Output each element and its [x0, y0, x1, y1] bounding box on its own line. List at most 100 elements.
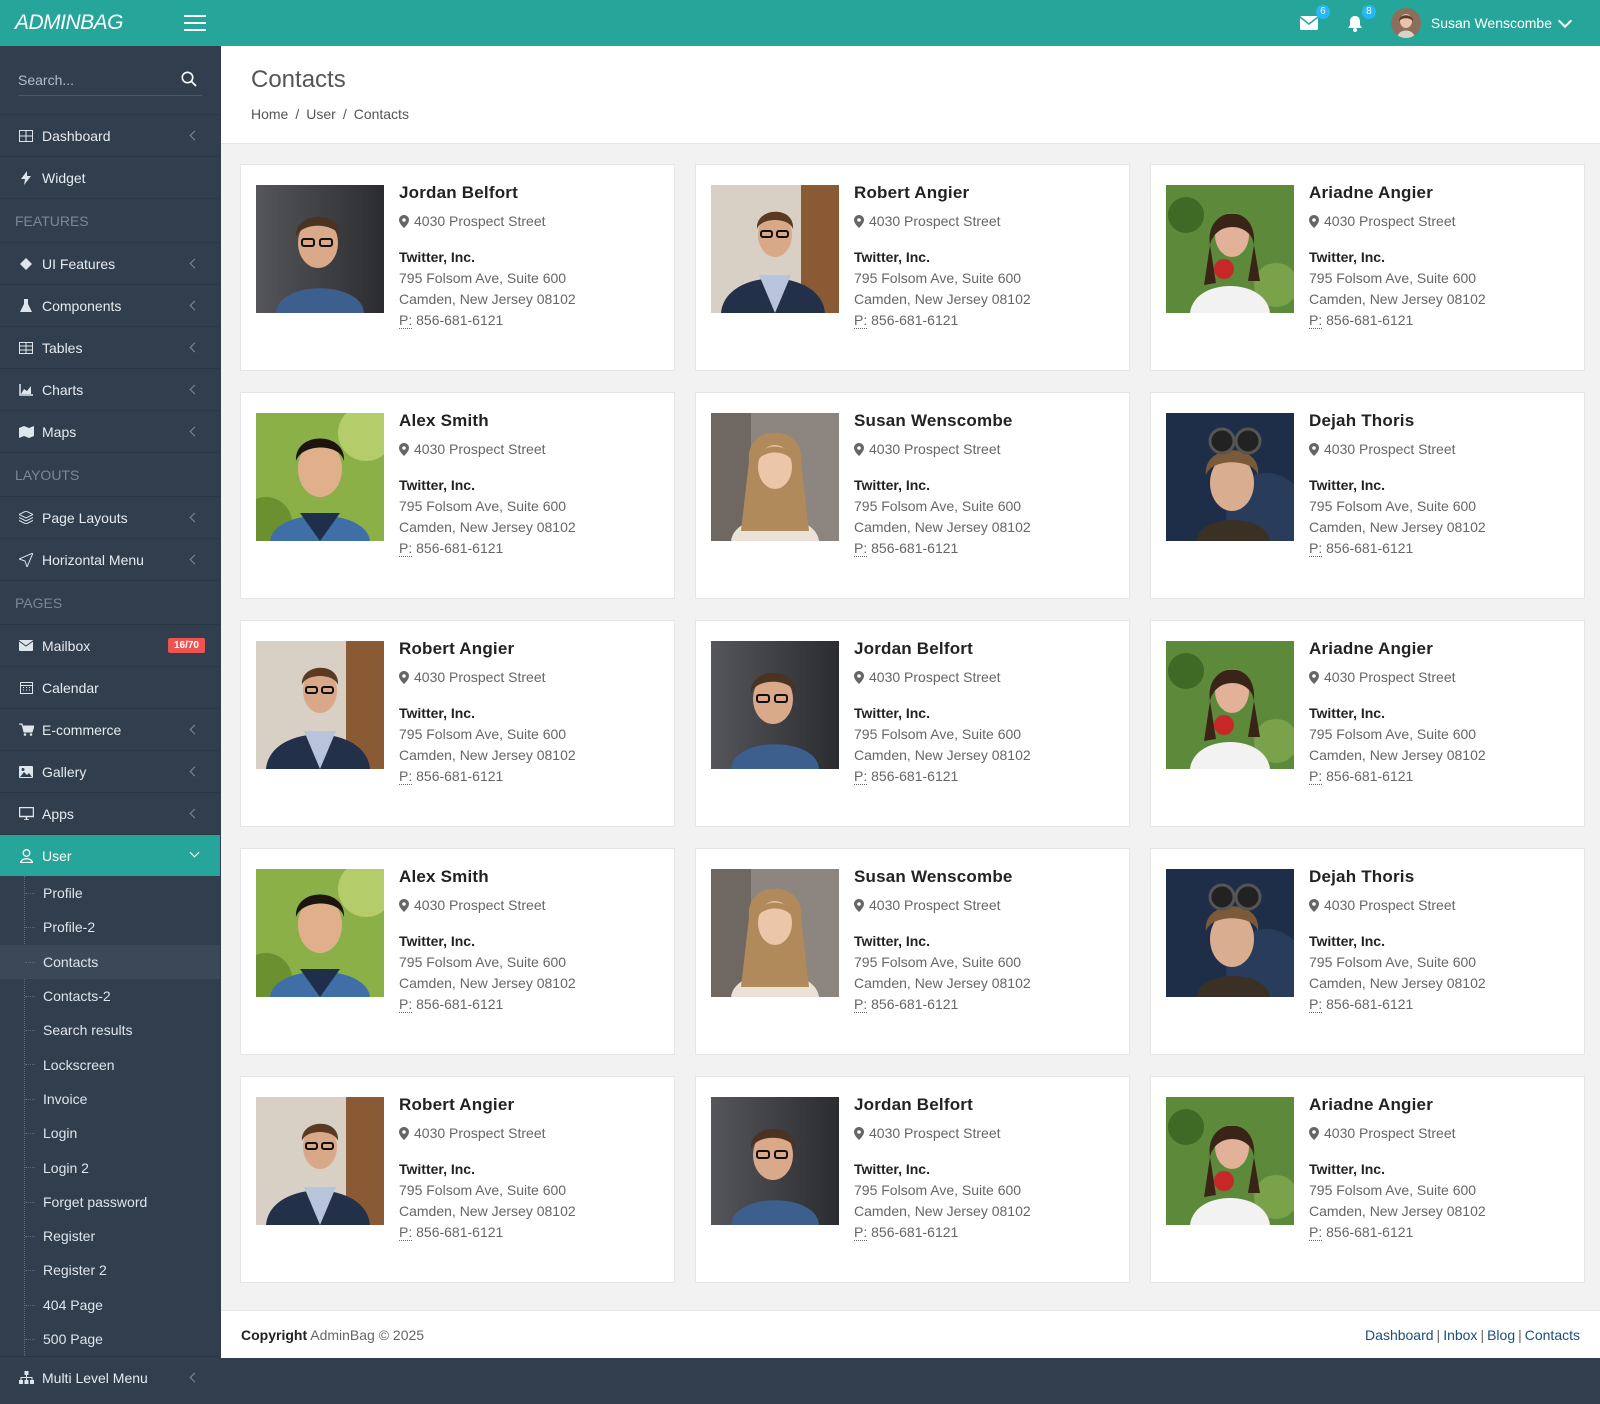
contact-photo[interactable] [1166, 869, 1294, 997]
submenu-item-search-results[interactable]: Search results [0, 1013, 220, 1047]
contact-phone: P: 856-681-6121 [1309, 996, 1486, 1013]
contact-name[interactable]: Jordan Belfort [854, 1095, 1031, 1115]
footer-link-inbox[interactable]: Inbox [1443, 1327, 1477, 1343]
contact-photo[interactable] [711, 413, 839, 541]
sidebar-item-mailbox[interactable]: Mailbox 16/70 [0, 624, 220, 666]
contact-card[interactable]: Ariadne Angier 4030 Prospect Street Twitte… [1150, 164, 1585, 371]
submenu-item-forget-password[interactable]: Forget password [0, 1185, 220, 1219]
sidebar-item-ecommerce[interactable]: E-commerce [0, 708, 220, 750]
chevron-down-icon[interactable] [1557, 13, 1573, 28]
sidebar-item-user[interactable]: User [0, 834, 220, 876]
contact-photo[interactable] [256, 869, 384, 997]
submenu-item-contacts[interactable]: Contacts [0, 944, 220, 979]
contact-name[interactable]: Jordan Belfort [854, 639, 1031, 659]
breadcrumb-user[interactable]: User [306, 106, 336, 122]
sidebar-item-charts[interactable]: Charts [0, 368, 220, 410]
contact-photo[interactable] [1166, 185, 1294, 313]
contact-name[interactable]: Robert Angier [399, 1095, 576, 1115]
contact-card[interactable]: Alex Smith 4030 Prospect Street Twitter, I… [240, 392, 675, 599]
footer-link-blog[interactable]: Blog [1487, 1327, 1515, 1343]
mail-icon[interactable]: 6 [1299, 5, 1330, 33]
contact-name[interactable]: Jordan Belfort [399, 183, 576, 203]
page-footer: Copyright AdminBag © 2025 Dashboard | Inbo… [221, 1310, 1600, 1358]
contact-company: Twitter, Inc. [854, 477, 930, 493]
contact-photo[interactable] [1166, 1097, 1294, 1225]
sidebar-item-label: UI Features [42, 255, 116, 272]
contact-card[interactable]: Susan Wenscombe 4030 Prospect Street Twitt… [695, 848, 1130, 1055]
contact-card[interactable]: Ariadne Angier 4030 Prospect Street Twitte… [1150, 1076, 1585, 1283]
submenu-item-login[interactable]: Login [0, 1116, 220, 1150]
contact-name[interactable]: Robert Angier [399, 639, 576, 659]
submenu-item-500-page[interactable]: 500 Page [0, 1322, 220, 1356]
contact-card[interactable]: Susan Wenscombe 4030 Prospect Street Twitt… [695, 392, 1130, 599]
bell-icon[interactable]: 8 [1345, 5, 1376, 33]
contact-card[interactable]: Jordan Belfort 4030 Prospect Street Twitte… [695, 620, 1130, 827]
contact-name[interactable]: Alex Smith [399, 867, 576, 887]
contact-address: 4030 Prospect Street [854, 669, 1031, 685]
submenu-item-404-page[interactable]: 404 Page [0, 1288, 220, 1322]
sidebar-item-maps[interactable]: Maps [0, 410, 220, 452]
contact-card[interactable]: Ariadne Angier 4030 Prospect Street Twitte… [1150, 620, 1585, 827]
sidebar-item-apps[interactable]: Apps [0, 792, 220, 834]
user-name[interactable]: Susan Wenscombe [1431, 15, 1552, 31]
sidebar-item-components[interactable]: Components [0, 284, 220, 326]
contact-name[interactable]: Ariadne Angier [1309, 183, 1486, 203]
submenu-item-contacts-2[interactable]: Contacts-2 [0, 979, 220, 1013]
contact-photo[interactable] [256, 185, 384, 313]
contact-card[interactable]: Jordan Belfort 4030 Prospect Street Twitte… [695, 1076, 1130, 1283]
sidebar-item-horizontal-menu[interactable]: Horizontal Menu [0, 538, 220, 580]
contact-photo[interactable] [711, 641, 839, 769]
sidebar-item-multi-level-menu[interactable]: Multi Level Menu [0, 1356, 220, 1398]
sidebar-item-ui-features[interactable]: UI Features [0, 242, 220, 284]
contact-card[interactable]: Robert Angier 4030 Prospect Street Twitter… [695, 164, 1130, 371]
contact-card[interactable]: Dejah Thoris 4030 Prospect Street Twitter,… [1150, 392, 1585, 599]
phone-number: 856-681-6121 [871, 768, 959, 784]
search-input[interactable] [18, 72, 178, 88]
submenu-item-login-2[interactable]: Login 2 [0, 1150, 220, 1184]
menu-toggle-icon[interactable] [184, 15, 206, 31]
contact-name[interactable]: Robert Angier [854, 183, 1031, 203]
contact-photo[interactable] [711, 869, 839, 997]
contact-name[interactable]: Dejah Thoris [1309, 867, 1486, 887]
breadcrumb-home[interactable]: Home [251, 106, 288, 122]
contact-name[interactable]: Alex Smith [399, 411, 576, 431]
contact-photo[interactable] [711, 1097, 839, 1225]
contact-name[interactable]: Susan Wenscombe [854, 867, 1031, 887]
contact-name[interactable]: Dejah Thoris [1309, 411, 1486, 431]
contact-photo[interactable] [256, 641, 384, 769]
contact-card[interactable]: Jordan Belfort 4030 Prospect Street Twitte… [240, 164, 675, 371]
sidebar-item-calendar[interactable]: Calendar [0, 666, 220, 708]
contact-address-text: 4030 Prospect Street [1324, 669, 1456, 685]
contact-photo[interactable] [1166, 641, 1294, 769]
contact-photo[interactable] [256, 1097, 384, 1225]
submenu-item-profile[interactable]: Profile [0, 876, 220, 910]
sidebar-item-tables[interactable]: Tables [0, 326, 220, 368]
submenu-item-register-2[interactable]: Register 2 [0, 1253, 220, 1287]
contact-photo[interactable] [1166, 413, 1294, 541]
phone-label: P: [1309, 312, 1323, 329]
sidebar-item-page-layouts[interactable]: Page Layouts [0, 496, 220, 538]
contact-name[interactable]: Ariadne Angier [1309, 639, 1486, 659]
submenu-item-lockscreen[interactable]: Lockscreen [0, 1047, 220, 1081]
user-avatar[interactable] [1390, 8, 1421, 38]
contact-name[interactable]: Susan Wenscombe [854, 411, 1031, 431]
user-icon [18, 848, 34, 864]
submenu-item-register[interactable]: Register [0, 1219, 220, 1253]
submenu-item-invoice[interactable]: Invoice [0, 1082, 220, 1116]
sidebar-item-widget[interactable]: Widget [0, 156, 220, 198]
sidebar-item-dashboard[interactable]: Dashboard [0, 114, 220, 156]
contact-card[interactable]: Robert Angier 4030 Prospect Street Twitter… [240, 620, 675, 827]
contact-photo[interactable] [711, 185, 839, 313]
mail-count-badge: 6 [1315, 5, 1330, 19]
contact-name[interactable]: Ariadne Angier [1309, 1095, 1486, 1115]
submenu-item-profile-2[interactable]: Profile-2 [0, 910, 220, 944]
contact-photo[interactable] [256, 413, 384, 541]
sidebar-item-gallery[interactable]: Gallery [0, 750, 220, 792]
contact-card[interactable]: Robert Angier 4030 Prospect Street Twitter… [240, 1076, 675, 1283]
footer-link-contacts[interactable]: Contacts [1525, 1327, 1580, 1343]
search-icon[interactable] [181, 71, 197, 87]
contact-address: 4030 Prospect Street [854, 441, 1031, 457]
footer-link-dashboard[interactable]: Dashboard [1365, 1327, 1434, 1343]
contact-card[interactable]: Dejah Thoris 4030 Prospect Street Twitter,… [1150, 848, 1585, 1055]
contact-card[interactable]: Alex Smith 4030 Prospect Street Twitter, I… [240, 848, 675, 1055]
